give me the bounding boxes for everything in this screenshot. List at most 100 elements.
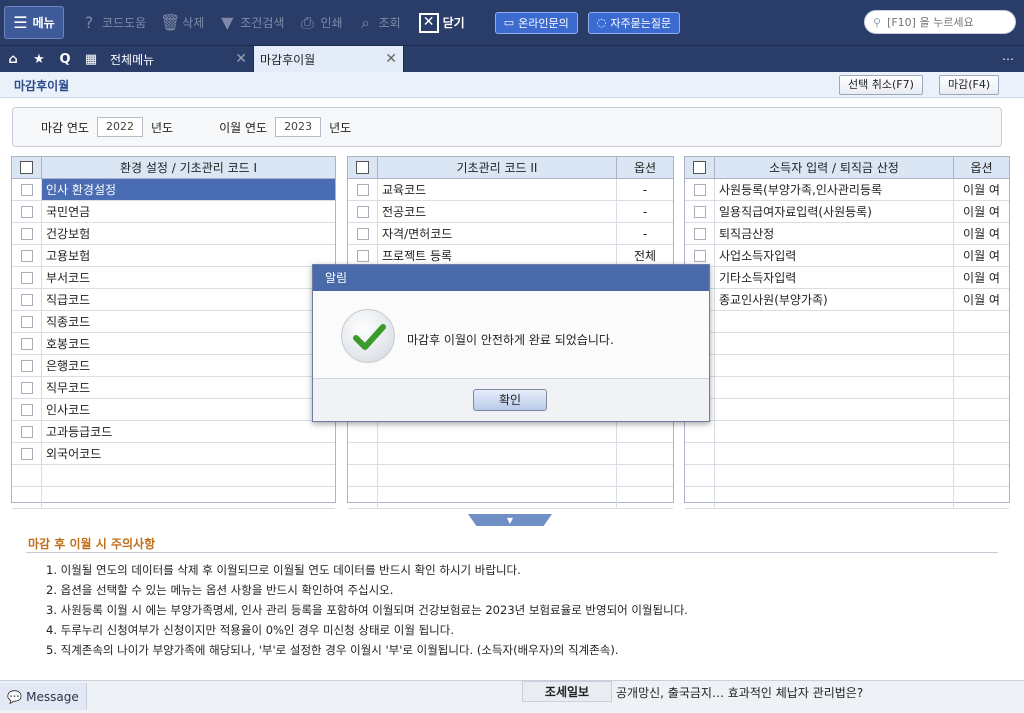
lookup-button[interactable]: ⌕ 조회 bbox=[357, 13, 401, 32]
list-item[interactable]: 자격/면허코드 - bbox=[348, 223, 673, 245]
item-option[interactable] bbox=[954, 399, 1009, 420]
carry-year-field[interactable]: 2023 bbox=[275, 117, 322, 137]
row-checkbox[interactable] bbox=[693, 183, 706, 196]
row-checkbox[interactable] bbox=[356, 227, 369, 240]
item-option[interactable]: - bbox=[617, 201, 673, 222]
more-icon[interactable]: ⋯ bbox=[992, 46, 1024, 72]
tab-carry-over[interactable]: 마감후이월 ✕ bbox=[254, 46, 404, 72]
list-item[interactable]: 사원등록(부양가족,인사관리등록 이월 여 bbox=[685, 179, 1009, 201]
row-checkbox[interactable] bbox=[20, 249, 33, 262]
tab-all-menu[interactable]: 전체메뉴 ✕ bbox=[104, 46, 254, 72]
list-item[interactable]: 국민연금 bbox=[12, 201, 335, 223]
row-checkbox[interactable] bbox=[693, 205, 706, 218]
row-checkbox[interactable] bbox=[20, 293, 33, 306]
close-button[interactable]: ✕ 닫기 bbox=[418, 12, 465, 33]
list-item[interactable]: 건강보험 bbox=[12, 223, 335, 245]
row-checkbox[interactable] bbox=[20, 315, 33, 328]
close-year-field[interactable]: 2022 bbox=[96, 117, 143, 137]
item-option[interactable]: 이월 여 bbox=[954, 201, 1009, 222]
star-icon[interactable]: ★ bbox=[26, 46, 52, 72]
row-checkbox[interactable] bbox=[20, 271, 33, 284]
list-item[interactable] bbox=[685, 443, 1009, 465]
home-icon[interactable]: ⌂ bbox=[0, 46, 26, 72]
item-option[interactable] bbox=[617, 421, 673, 442]
row-checkbox[interactable] bbox=[20, 227, 33, 240]
cancel-selection-button[interactable]: 선택 취소(F7) bbox=[839, 75, 923, 95]
list-item[interactable]: 사업소득자입력 이월 여 bbox=[685, 245, 1009, 267]
item-option[interactable]: 전체 bbox=[617, 245, 673, 266]
list-item[interactable]: 인사 환경설정 bbox=[12, 179, 335, 201]
list-item[interactable] bbox=[685, 355, 1009, 377]
item-option[interactable] bbox=[954, 487, 1009, 508]
row-checkbox[interactable] bbox=[20, 447, 33, 460]
list-item[interactable] bbox=[685, 377, 1009, 399]
list-item[interactable]: 고과등급코드 bbox=[12, 421, 335, 443]
item-option[interactable] bbox=[617, 465, 673, 486]
item-option[interactable] bbox=[954, 377, 1009, 398]
list-item[interactable] bbox=[685, 311, 1009, 333]
item-option[interactable]: 이월 여 bbox=[954, 223, 1009, 244]
list-item[interactable] bbox=[348, 443, 673, 465]
list-item[interactable]: 일용직급여자료입력(사원등록) 이월 여 bbox=[685, 201, 1009, 223]
delete-button[interactable]: 🗑 삭제 bbox=[160, 13, 204, 32]
select-all-checkbox[interactable] bbox=[20, 161, 33, 174]
list-item[interactable]: 직무코드 bbox=[12, 377, 335, 399]
row-checkbox[interactable] bbox=[20, 337, 33, 350]
q-icon[interactable]: Q bbox=[52, 46, 78, 72]
faq-button[interactable]: ◌ 자주묻는질문 bbox=[587, 11, 681, 34]
ok-button[interactable]: 확인 bbox=[473, 389, 547, 411]
filter-search-button[interactable]: ▼ 조건검색 bbox=[218, 13, 284, 32]
item-option[interactable]: - bbox=[617, 179, 673, 200]
item-option[interactable] bbox=[954, 311, 1009, 332]
item-option[interactable] bbox=[954, 333, 1009, 354]
tab-close-icon[interactable]: ✕ bbox=[235, 51, 247, 67]
tab-close-icon[interactable]: ✕ bbox=[385, 51, 397, 67]
grid-icon[interactable]: ▦ bbox=[78, 46, 104, 72]
news-headline[interactable]: 공개망신, 출국금지… 효과적인 체납자 관리법은? bbox=[616, 684, 863, 701]
item-option[interactable]: 이월 여 bbox=[954, 267, 1009, 288]
list-item[interactable] bbox=[12, 487, 335, 509]
row-checkbox[interactable] bbox=[20, 205, 33, 218]
list-item[interactable] bbox=[348, 421, 673, 443]
select-all-checkbox[interactable] bbox=[693, 161, 706, 174]
list-item[interactable]: 기타소득자입력 이월 여 bbox=[685, 267, 1009, 289]
row-checkbox[interactable] bbox=[20, 403, 33, 416]
row-checkbox[interactable] bbox=[20, 359, 33, 372]
online-inquiry-button[interactable]: ▭ 온라인문의 bbox=[494, 11, 578, 34]
row-checkbox[interactable] bbox=[356, 183, 369, 196]
help-code-button[interactable]: ? 코드도움 bbox=[80, 13, 146, 32]
item-option[interactable] bbox=[954, 355, 1009, 376]
list-item[interactable] bbox=[685, 465, 1009, 487]
print-button[interactable]: ⎙ 인쇄 bbox=[298, 13, 343, 32]
item-option[interactable] bbox=[954, 443, 1009, 464]
item-option[interactable]: 이월 여 bbox=[954, 289, 1009, 310]
row-checkbox[interactable] bbox=[20, 183, 33, 196]
message-button[interactable]: 💬 Message bbox=[0, 683, 87, 710]
list-item[interactable]: 전공코드 - bbox=[348, 201, 673, 223]
row-checkbox[interactable] bbox=[693, 227, 706, 240]
row-checkbox[interactable] bbox=[693, 249, 706, 262]
list-item[interactable]: 부서코드 bbox=[12, 267, 335, 289]
row-checkbox[interactable] bbox=[356, 249, 369, 262]
item-option[interactable] bbox=[617, 487, 673, 508]
close-f4-button[interactable]: 마감(F4) bbox=[939, 75, 1000, 95]
row-checkbox[interactable] bbox=[20, 425, 33, 438]
list-item[interactable] bbox=[12, 465, 335, 487]
list-item[interactable]: 종교인사원(부양가족) 이월 여 bbox=[685, 289, 1009, 311]
list-item[interactable] bbox=[685, 399, 1009, 421]
item-option[interactable]: 이월 여 bbox=[954, 245, 1009, 266]
search-box[interactable]: ⚲ bbox=[864, 10, 1016, 34]
select-all-checkbox[interactable] bbox=[356, 161, 369, 174]
list-item[interactable]: 직급코드 bbox=[12, 289, 335, 311]
list-item[interactable]: 인사코드 bbox=[12, 399, 335, 421]
list-item[interactable]: 고용보험 bbox=[12, 245, 335, 267]
menu-button[interactable]: ☰ 메뉴 bbox=[4, 6, 64, 39]
list-item[interactable] bbox=[685, 487, 1009, 509]
item-option[interactable] bbox=[954, 465, 1009, 486]
list-item[interactable]: 호봉코드 bbox=[12, 333, 335, 355]
list-item[interactable]: 외국어코드 bbox=[12, 443, 335, 465]
row-checkbox[interactable] bbox=[356, 205, 369, 218]
row-checkbox[interactable] bbox=[20, 381, 33, 394]
list-item[interactable]: 직종코드 bbox=[12, 311, 335, 333]
item-option[interactable]: 이월 여 bbox=[954, 179, 1009, 200]
